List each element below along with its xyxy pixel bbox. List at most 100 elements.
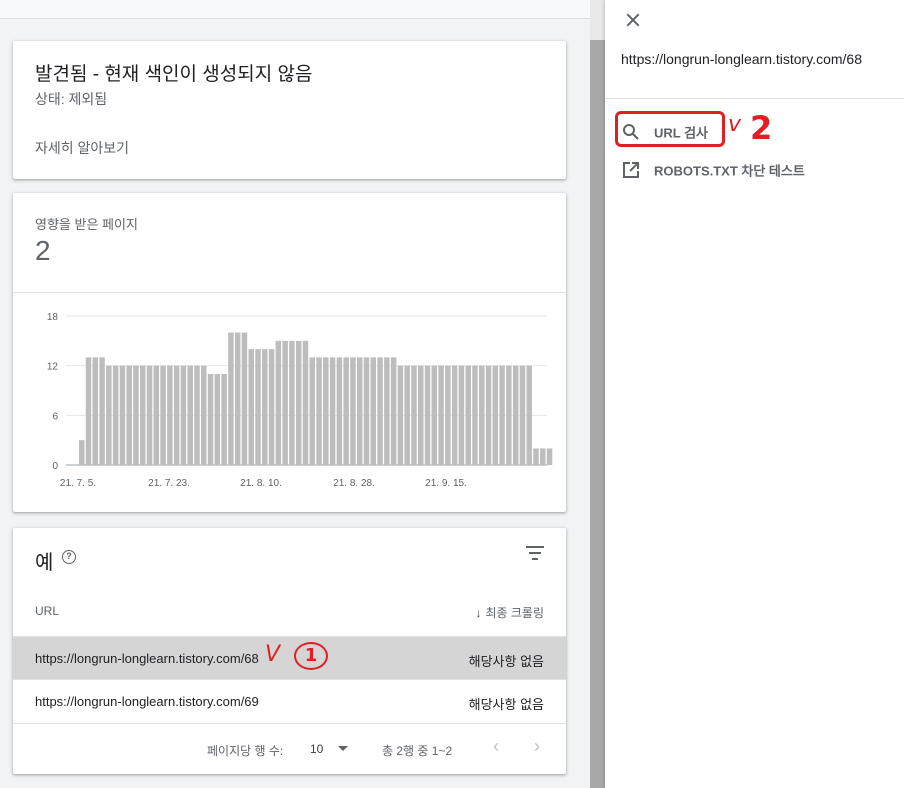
- previous-page-button[interactable]: ‹: [493, 736, 499, 757]
- chart-bar[interactable]: [323, 357, 329, 465]
- chart-bar[interactable]: [546, 448, 553, 465]
- top-strip: [0, 0, 590, 19]
- chart-bar[interactable]: [329, 357, 336, 465]
- chart-bar[interactable]: [207, 373, 214, 465]
- chart-bar[interactable]: [289, 340, 295, 465]
- chart-bar[interactable]: [228, 332, 234, 465]
- chart-bar[interactable]: [377, 357, 383, 465]
- chart-bar[interactable]: [499, 365, 505, 465]
- chart-bar[interactable]: [140, 365, 146, 465]
- chart-bar[interactable]: [214, 373, 221, 465]
- filter-icon[interactable]: [526, 546, 544, 560]
- row-url: https://longrun-longlearn.tistory.com/69: [35, 694, 259, 709]
- chart-bar[interactable]: [397, 365, 404, 465]
- chart-bar[interactable]: [201, 365, 207, 465]
- rows-per-page-label: 페이지당 행 수:: [207, 744, 284, 758]
- close-icon[interactable]: [623, 10, 643, 30]
- status-title: 발견됨 - 현재 색인이 생성되지 않음: [35, 64, 313, 85]
- examples-title: 예: [35, 552, 54, 574]
- chart-bar[interactable]: [153, 365, 160, 465]
- chart-bar[interactable]: [187, 365, 193, 465]
- chart-bar[interactable]: [248, 349, 254, 465]
- chart-bar[interactable]: [431, 365, 438, 465]
- chart-bar[interactable]: [119, 365, 126, 465]
- chart-bar[interactable]: [526, 365, 532, 465]
- chart-bar[interactable]: [390, 357, 397, 465]
- affected-pages-chart: 0 6 12 18 21. 7. 5. 21. 7. 23. 21. 8. 10. 21. 8…: [47, 312, 553, 489]
- chart-bar[interactable]: [167, 365, 173, 465]
- chart-bar[interactable]: [411, 365, 417, 465]
- column-header-url[interactable]: URL: [35, 604, 59, 618]
- next-page-button[interactable]: ›: [534, 736, 540, 757]
- chart-bar[interactable]: [302, 340, 309, 465]
- chart-bar[interactable]: [221, 373, 227, 465]
- chart-bar[interactable]: [99, 357, 105, 465]
- table-row[interactable]: https://longrun-longlearn.tistory.com/68…: [13, 636, 566, 679]
- chart-bar[interactable]: [506, 365, 512, 465]
- chart-bar[interactable]: [112, 365, 119, 465]
- table-row[interactable]: https://longrun-longlearn.tistory.com/69…: [13, 679, 566, 722]
- chart-bar[interactable]: [295, 340, 302, 465]
- chart-bar[interactable]: [146, 365, 153, 465]
- chart-bar[interactable]: [445, 365, 451, 465]
- examples-card: 예 ? URL ↓ 최종 크롤링 https://longrun-longlear…: [13, 528, 566, 774]
- chart-bar[interactable]: [533, 448, 539, 465]
- robots-test-button[interactable]: ROBOTS.TXT 차단 테스트: [621, 160, 805, 180]
- chart-bar[interactable]: [160, 365, 166, 465]
- rows-per-page-select[interactable]: 10: [310, 742, 323, 756]
- chart-bar[interactable]: [356, 357, 363, 465]
- chart-bar[interactable]: [465, 365, 471, 465]
- chart-bar[interactable]: [85, 357, 92, 465]
- column-header-last-crawl[interactable]: ↓ 최종 크롤링: [475, 604, 544, 621]
- chart-bar[interactable]: [194, 365, 200, 465]
- chart-bar[interactable]: [438, 365, 444, 465]
- chart-bar[interactable]: [343, 357, 349, 465]
- chart-bar[interactable]: [255, 349, 261, 465]
- chart-bar[interactable]: [350, 357, 356, 465]
- chart-bar[interactable]: [133, 365, 139, 465]
- chart-bar[interactable]: [241, 332, 248, 465]
- chart-bar[interactable]: [92, 357, 99, 465]
- chart-bar[interactable]: [485, 365, 492, 465]
- chart-bar[interactable]: [472, 365, 478, 465]
- chart-bar[interactable]: [384, 357, 390, 465]
- learn-more-link[interactable]: 자세히 알아보기: [35, 138, 129, 158]
- status-card: 발견됨 - 현재 색인이 생성되지 않음 상태: 제외됨 자세히 알아보기: [13, 41, 566, 179]
- chart-bar[interactable]: [234, 332, 241, 465]
- sort-arrow-down-icon: ↓: [475, 606, 482, 620]
- chart-bar[interactable]: [336, 357, 343, 465]
- chart-bar[interactable]: [363, 357, 370, 465]
- chart-bar[interactable]: [106, 365, 112, 465]
- chart-bar[interactable]: [275, 340, 282, 465]
- chart-bar[interactable]: [79, 440, 85, 465]
- chart-bar[interactable]: [540, 448, 546, 465]
- chart-x-tick-label: 21. 7. 5.: [60, 478, 96, 489]
- chart-bar[interactable]: [424, 365, 431, 465]
- chart-bar[interactable]: [512, 365, 519, 465]
- chart-bar[interactable]: [262, 349, 268, 465]
- chart-bar[interactable]: [451, 365, 458, 465]
- row-last-crawl: 해당사항 없음: [468, 697, 544, 712]
- chart-bar[interactable]: [316, 357, 322, 465]
- chevron-down-icon[interactable]: [338, 746, 348, 751]
- chart-bar[interactable]: [268, 349, 275, 465]
- pagination-range: 총 2행 중 1~2: [382, 744, 453, 758]
- chart-bar[interactable]: [458, 365, 465, 465]
- chart-bar[interactable]: [173, 365, 180, 465]
- help-circle-icon[interactable]: ?: [62, 550, 76, 564]
- chart-x-tick-label: 21. 9. 15.: [425, 478, 467, 489]
- scrollbar-thumb[interactable]: [590, 40, 605, 788]
- chart-bar[interactable]: [370, 357, 377, 465]
- chart-bar[interactable]: [126, 365, 132, 465]
- chart-bar[interactable]: [492, 365, 499, 465]
- chart-y-tick-label: 0: [52, 461, 58, 472]
- chart-bar[interactable]: [309, 357, 315, 465]
- chart-bar[interactable]: [479, 365, 485, 465]
- chart-bar[interactable]: [519, 365, 526, 465]
- chart-bar[interactable]: [404, 365, 410, 465]
- pagination: 페이지당 행 수: 10 총 2행 중 1~2 ‹ ›: [13, 723, 566, 774]
- chart-bar[interactable]: [180, 365, 187, 465]
- annotation-number-2: 2: [750, 109, 773, 147]
- chart-bar[interactable]: [282, 340, 288, 465]
- chart-bar[interactable]: [418, 365, 424, 465]
